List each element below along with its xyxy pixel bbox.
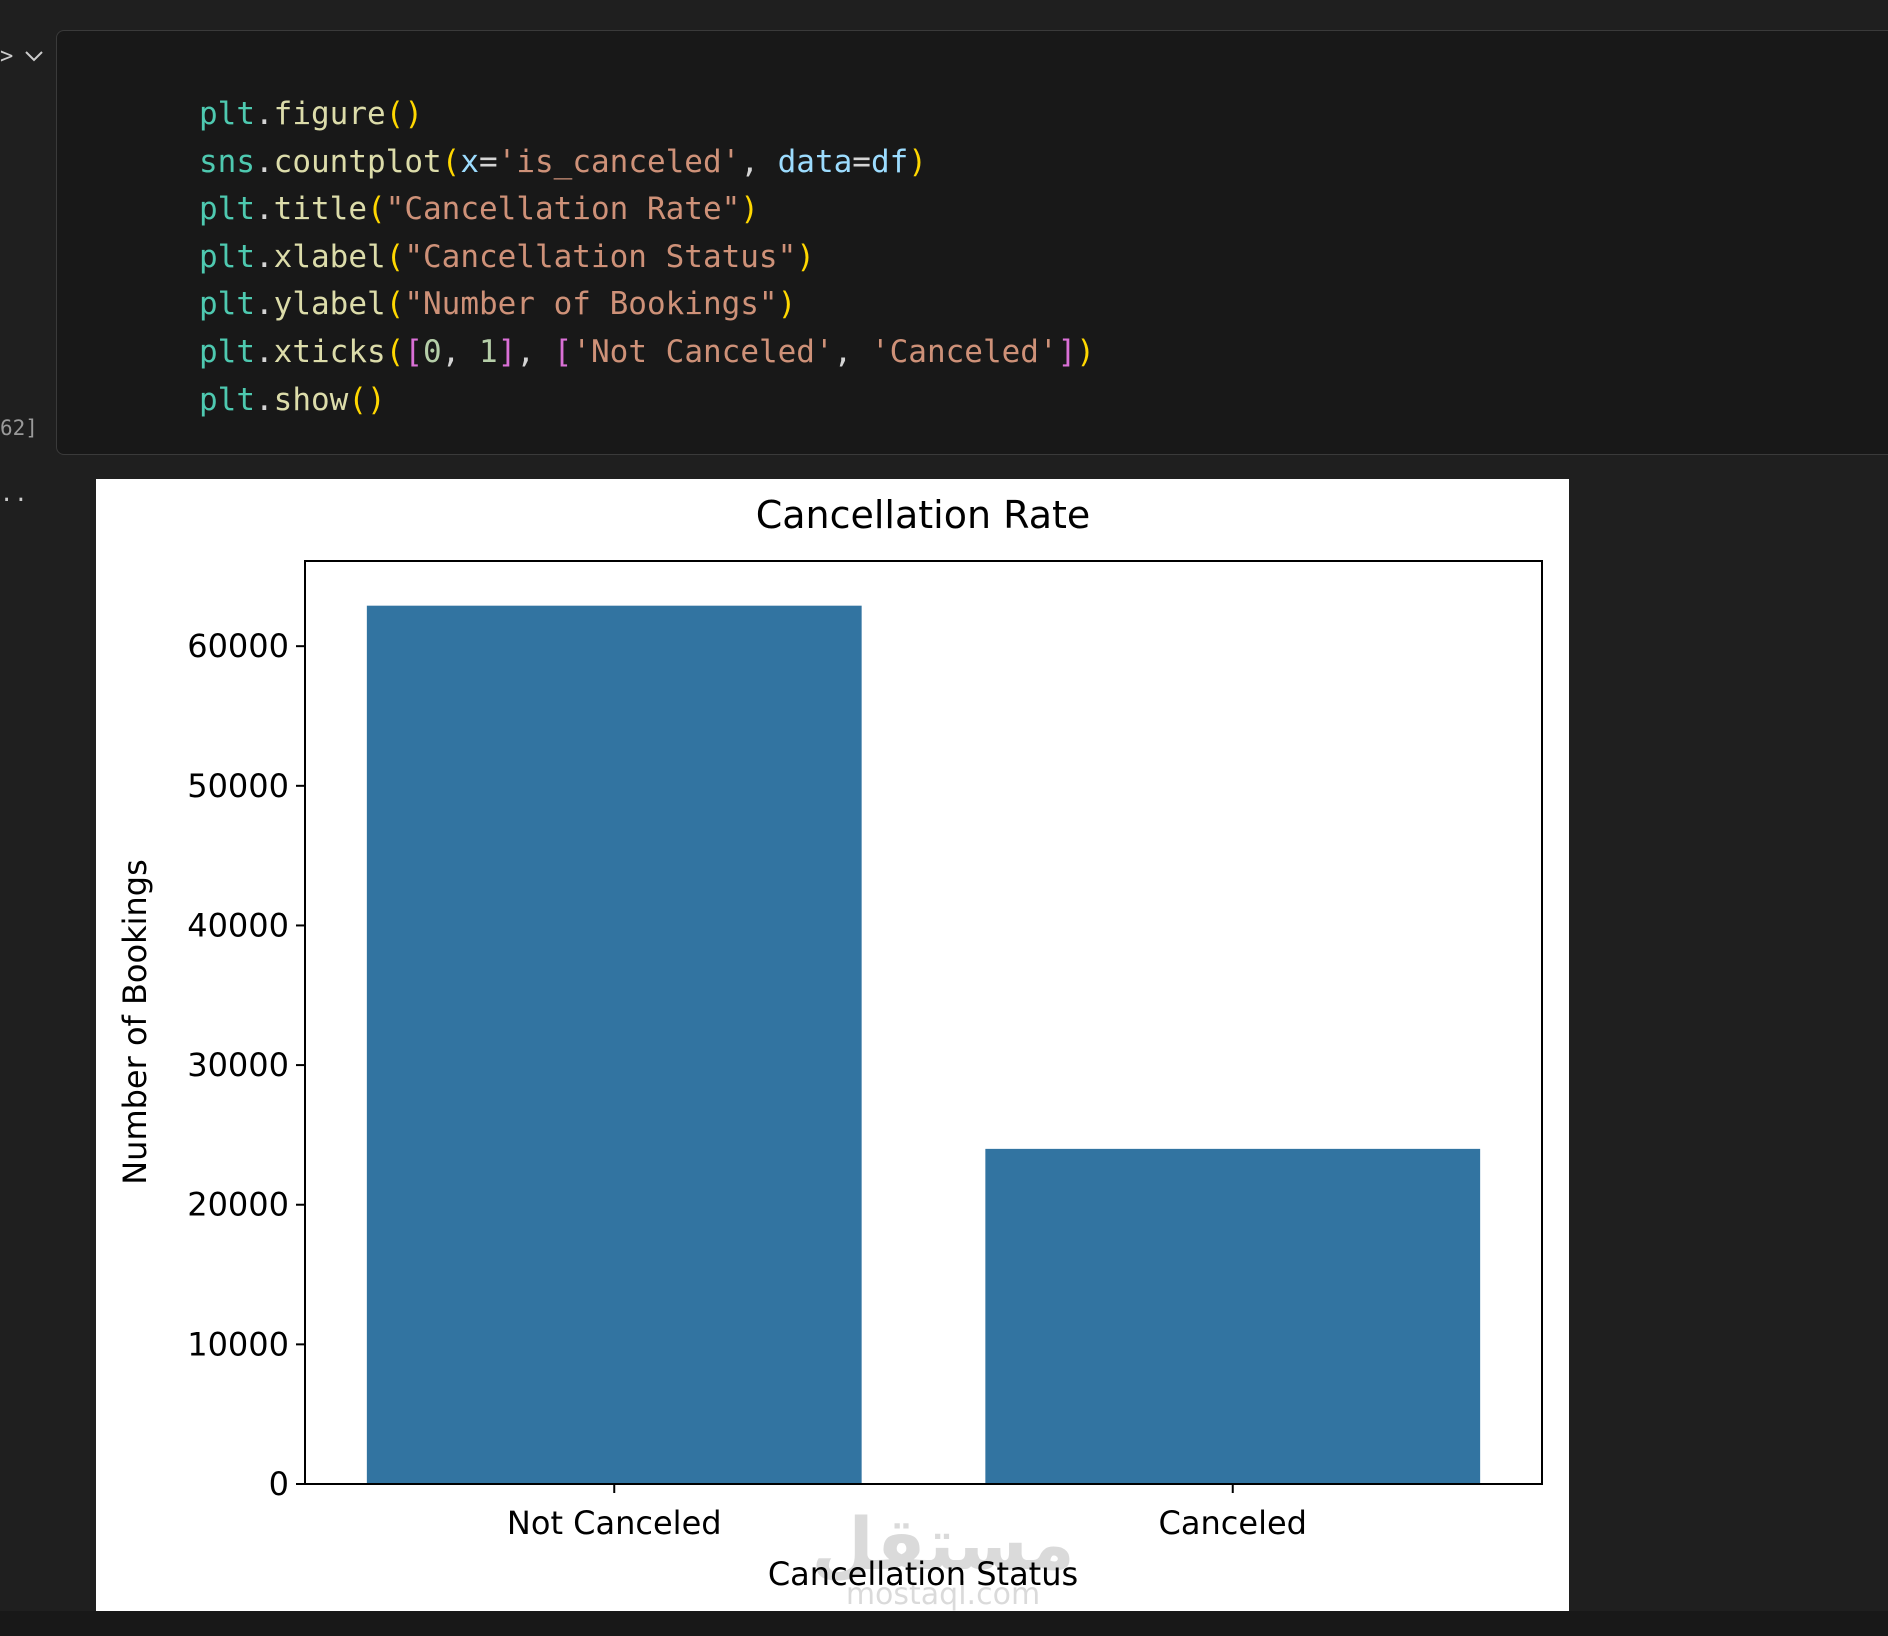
code-token: ] bbox=[497, 333, 517, 370]
code-token: ylabel bbox=[273, 286, 386, 323]
code-token: x bbox=[460, 143, 479, 180]
code-token: = bbox=[852, 143, 871, 180]
y-tick-label: 60000 bbox=[187, 627, 289, 665]
code-token: figure bbox=[273, 96, 386, 132]
code-token: plt bbox=[199, 286, 255, 323]
code-token: "Cancellation Status" bbox=[404, 238, 797, 275]
cell-output: 0 10000 20000 30000 40000 50000 60000 Not Canc… bbox=[96, 479, 1569, 1611]
code-token: "Number of Bookings" bbox=[404, 286, 778, 323]
code-token: ( bbox=[367, 191, 386, 228]
code-token: ( bbox=[385, 238, 405, 275]
bar-canceled bbox=[985, 1148, 1481, 1484]
code-token: ) bbox=[777, 286, 797, 323]
code-token: df bbox=[870, 143, 909, 180]
execution-count: 62] bbox=[0, 416, 38, 440]
code-token: ) bbox=[740, 191, 759, 228]
code-token: . bbox=[255, 143, 274, 180]
code-token: plt bbox=[199, 238, 255, 275]
code-token: () bbox=[385, 96, 423, 132]
code-token: xticks bbox=[273, 333, 386, 370]
code-token: 'is_canceled' bbox=[497, 143, 741, 180]
code-token: ) bbox=[908, 143, 927, 180]
chart-title: Cancellation Rate bbox=[756, 493, 1091, 537]
code-token: , bbox=[740, 143, 778, 180]
code-token: () bbox=[348, 381, 386, 418]
code-token: countplot bbox=[273, 143, 442, 180]
code-token: plt bbox=[199, 191, 255, 228]
code-token: [ bbox=[553, 333, 573, 370]
y-tick-label: 30000 bbox=[187, 1046, 289, 1084]
code-token: . bbox=[255, 238, 274, 275]
code-token: 1 bbox=[479, 333, 498, 370]
bar-not-canceled bbox=[366, 605, 862, 1484]
code-editor[interactable]: plt.figure() sns.countplot(x='is_canceled… bbox=[199, 91, 1095, 424]
cell-gutter-controls: > bbox=[0, 44, 54, 69]
code-token: ) bbox=[796, 238, 815, 275]
code-line[interactable]: sns.countplot(x='is_canceled', data=df) bbox=[199, 139, 1095, 187]
code-token: data bbox=[777, 143, 853, 180]
output-menu-icon[interactable]: .. bbox=[0, 482, 29, 507]
y-tick-label: 10000 bbox=[187, 1325, 289, 1363]
code-token: [ bbox=[404, 333, 423, 370]
code-token: 'Not Canceled' bbox=[572, 333, 834, 370]
code-token: ] bbox=[1057, 333, 1077, 370]
y-axis-label: Number of Bookings bbox=[116, 859, 154, 1185]
y-tick-label: 0 bbox=[269, 1465, 289, 1503]
code-token: plt bbox=[199, 96, 255, 132]
code-token: ) bbox=[1076, 333, 1095, 370]
code-line[interactable]: plt.title("Cancellation Rate") bbox=[199, 186, 1095, 234]
code-token: , bbox=[833, 333, 871, 370]
code-token: ( bbox=[385, 333, 405, 370]
code-token: . bbox=[255, 191, 274, 228]
code-token: plt bbox=[199, 333, 255, 370]
bottom-strip bbox=[0, 1611, 1888, 1636]
code-line[interactable]: plt.figure() bbox=[199, 91, 1095, 139]
code-token: ( bbox=[441, 143, 461, 180]
code-line[interactable]: plt.xlabel("Cancellation Status") bbox=[199, 234, 1095, 282]
watermark-latin: mostaql.com bbox=[846, 1577, 1040, 1611]
x-tick-label: Not Canceled bbox=[507, 1504, 722, 1542]
bar-chart: 0 10000 20000 30000 40000 50000 60000 Not Canc… bbox=[116, 493, 1543, 1611]
code-token: 'Canceled' bbox=[870, 333, 1058, 370]
code-token: , bbox=[516, 333, 554, 370]
y-tick-label: 20000 bbox=[187, 1186, 289, 1224]
code-cell[interactable]: plt.figure() sns.countplot(x='is_canceled… bbox=[56, 30, 1888, 455]
code-token: = bbox=[479, 143, 498, 180]
code-token: "Cancellation Rate" bbox=[385, 191, 741, 228]
watermark: مستقل mostaql.com bbox=[811, 1502, 1074, 1611]
collapse-arrow-icon[interactable]: > bbox=[0, 44, 13, 69]
y-tick-label: 40000 bbox=[187, 906, 289, 944]
code-line[interactable]: plt.xticks([0, 1], ['Not Canceled', 'Can… bbox=[199, 329, 1095, 377]
code-token: title bbox=[273, 191, 367, 228]
code-token: . bbox=[255, 96, 274, 132]
code-token: sns bbox=[199, 143, 255, 180]
y-tick-label: 50000 bbox=[187, 767, 289, 805]
code-token: . bbox=[255, 333, 274, 370]
code-token: ( bbox=[385, 286, 405, 323]
code-token: , bbox=[441, 333, 479, 370]
watermark-arabic: مستقل bbox=[811, 1502, 1074, 1586]
code-token: xlabel bbox=[273, 238, 386, 275]
code-token: plt bbox=[199, 381, 255, 418]
x-tick-label: Canceled bbox=[1159, 1504, 1307, 1542]
code-token: show bbox=[273, 381, 349, 418]
code-line[interactable]: plt.ylabel("Number of Bookings") bbox=[199, 281, 1095, 329]
code-line[interactable]: plt.show() bbox=[199, 377, 1095, 425]
code-token: . bbox=[255, 286, 274, 323]
chevron-down-icon[interactable] bbox=[22, 44, 46, 74]
code-token: . bbox=[255, 381, 274, 418]
code-token: 0 bbox=[423, 333, 442, 370]
